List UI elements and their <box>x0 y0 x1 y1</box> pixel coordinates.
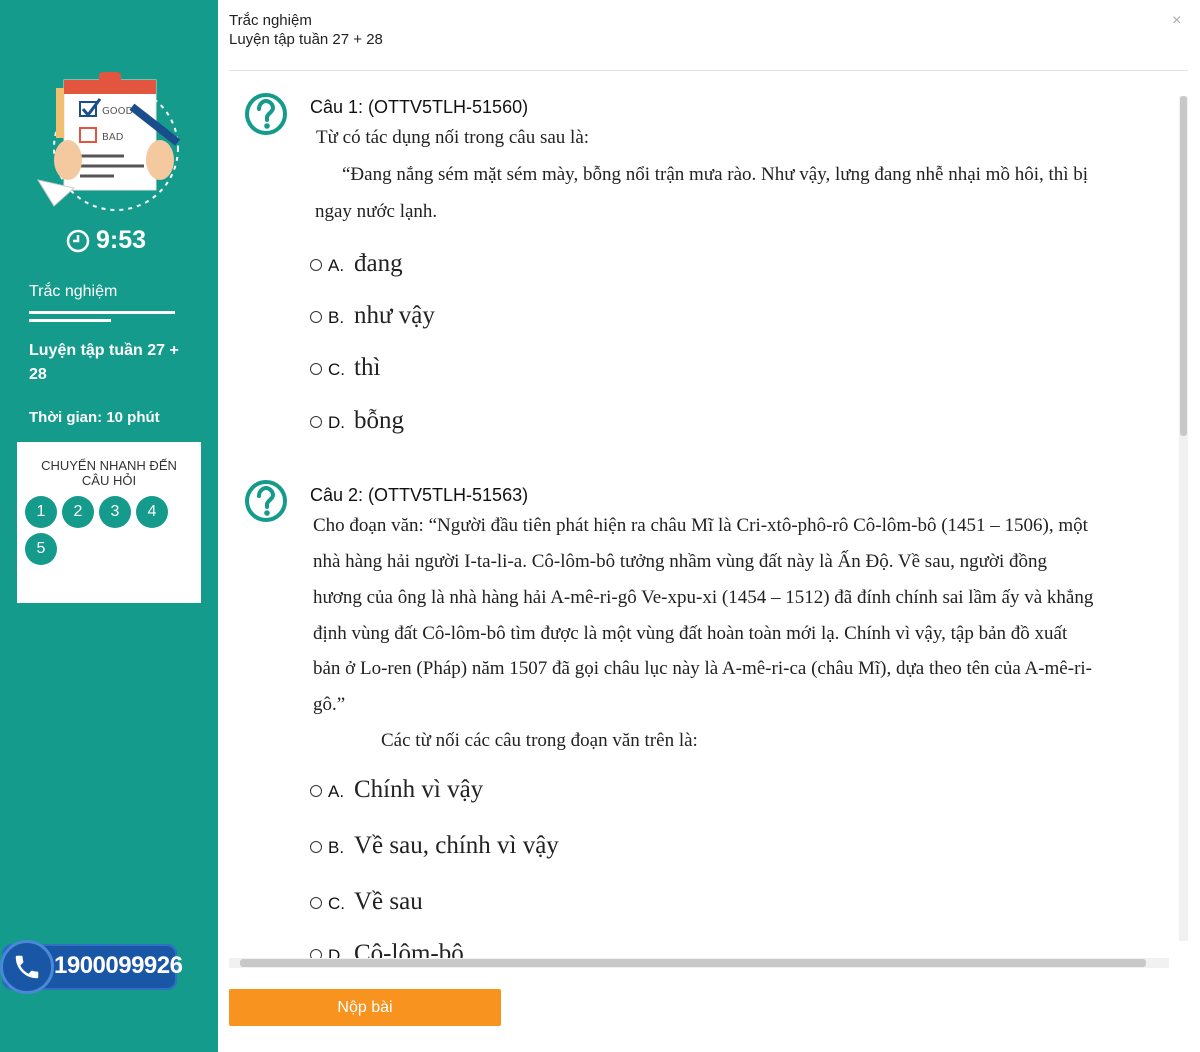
checklist-illustration-icon: GOOD BAD <box>36 72 181 211</box>
jump-panel-title: Chuyển nhanh đến câu hỏi <box>41 458 177 488</box>
divider <box>29 311 175 314</box>
radio-button[interactable] <box>310 949 322 958</box>
radio-button[interactable] <box>310 311 322 323</box>
hotline-number: 1900099926 <box>54 952 183 979</box>
question-1-option-b[interactable]: B. như vậy <box>310 302 435 330</box>
question-2-option-c[interactable]: C. Về sau <box>310 888 423 916</box>
header-category: Trắc nghiệm <box>229 12 312 29</box>
question-1-option-c[interactable]: C. thì <box>310 354 380 382</box>
vertical-scrollbar-thumb[interactable] <box>1180 96 1187 436</box>
question-1-passage-line: ngay nước lạnh. <box>315 201 438 222</box>
question-2-option-b[interactable]: B. Về sau, chính vì vậy <box>310 832 559 860</box>
jump-question-4-button[interactable]: 4 <box>136 496 168 528</box>
divider <box>29 319 111 322</box>
question-2-option-d[interactable]: D. Cô-lôm-bô <box>310 940 464 958</box>
header-title: Luyện tập tuần 27 + 28 <box>229 31 383 48</box>
question-2-passage-line: Cho đoạn văn: “Người đầu tiên phát hiện … <box>313 515 1088 536</box>
question-1-prompt: Từ có tác dụng nối trong câu sau là: <box>316 127 590 148</box>
question-1-option-a[interactable]: A. đang <box>310 250 403 278</box>
question-2-passage-line: định vùng đất Cô-lôm-bô tìm được là một … <box>313 623 1068 644</box>
question-2-passage-line: bản ở Lo-ren (Pháp) năm 1507 đã gọi châu… <box>313 658 1092 679</box>
radio-button[interactable] <box>310 785 322 797</box>
sidebar-quiz-title: Luyện tập tuần 27 + 28 <box>29 342 179 383</box>
jump-question-1-button[interactable]: 1 <box>25 496 57 528</box>
clock-icon <box>66 229 90 252</box>
question-1-option-d[interactable]: D. bỗng <box>310 407 404 435</box>
svg-text:BAD: BAD <box>102 132 124 143</box>
horizontal-scrollbar-thumb[interactable] <box>240 959 1146 967</box>
radio-button[interactable] <box>310 897 322 909</box>
question-jump-panel: Chuyển nhanh đến câu hỏi 1 2 3 4 5 <box>17 442 201 603</box>
question-2-passage-line: hương của ông là nhà hàng hải A-mê-ri-gô… <box>313 587 1094 608</box>
question-2-passage-line: nhà hàng hải người I-ta-li-a. Cô-lôm-bô … <box>313 551 1047 572</box>
radio-button[interactable] <box>310 416 322 428</box>
question-2-heading: Câu 2: (OTTV5TLH-51563) <box>310 485 529 505</box>
question-2-passage-line: gô.” <box>313 694 346 715</box>
jump-question-5-button[interactable]: 5 <box>25 533 57 565</box>
time-limit: Thời gian: 10 phút <box>29 409 160 426</box>
question-2-option-a[interactable]: A. Chính vì vậy <box>310 776 483 804</box>
jump-question-2-button[interactable]: 2 <box>62 496 94 528</box>
question-mark-icon <box>245 480 287 522</box>
radio-button[interactable] <box>310 841 322 853</box>
sidebar: GOOD BAD 9:53 Trắc nghiệm Luyện tập tuần… <box>0 0 218 1052</box>
countdown-timer: 9:53 <box>66 226 146 255</box>
timer-value: 9:53 <box>96 226 147 254</box>
svg-text:GOOD: GOOD <box>102 106 133 117</box>
radio-button[interactable] <box>310 363 322 375</box>
question-mark-icon <box>245 93 287 135</box>
close-button[interactable]: × <box>1172 12 1181 30</box>
question-2-prompt: Các từ nối các câu trong đoạn văn trên l… <box>381 730 698 751</box>
question-1-heading: Câu 1: (OTTV5TLH-51560) <box>310 97 529 117</box>
radio-button[interactable] <box>310 259 322 271</box>
question-1-passage-line: “Đang nắng sém mặt sém mày, bỗng nổi trậ… <box>342 164 1089 185</box>
question-list: Câu 1: (OTTV5TLH-51560) Từ có tác dụng n… <box>229 78 1179 958</box>
hotline-button[interactable]: 1900099926 <box>0 940 183 994</box>
jump-question-3-button[interactable]: 3 <box>99 496 131 528</box>
submit-button[interactable]: Nộp bài <box>229 989 501 1026</box>
phone-icon <box>0 940 54 994</box>
divider <box>229 70 1188 71</box>
sidebar-category: Trắc nghiệm <box>29 283 118 300</box>
